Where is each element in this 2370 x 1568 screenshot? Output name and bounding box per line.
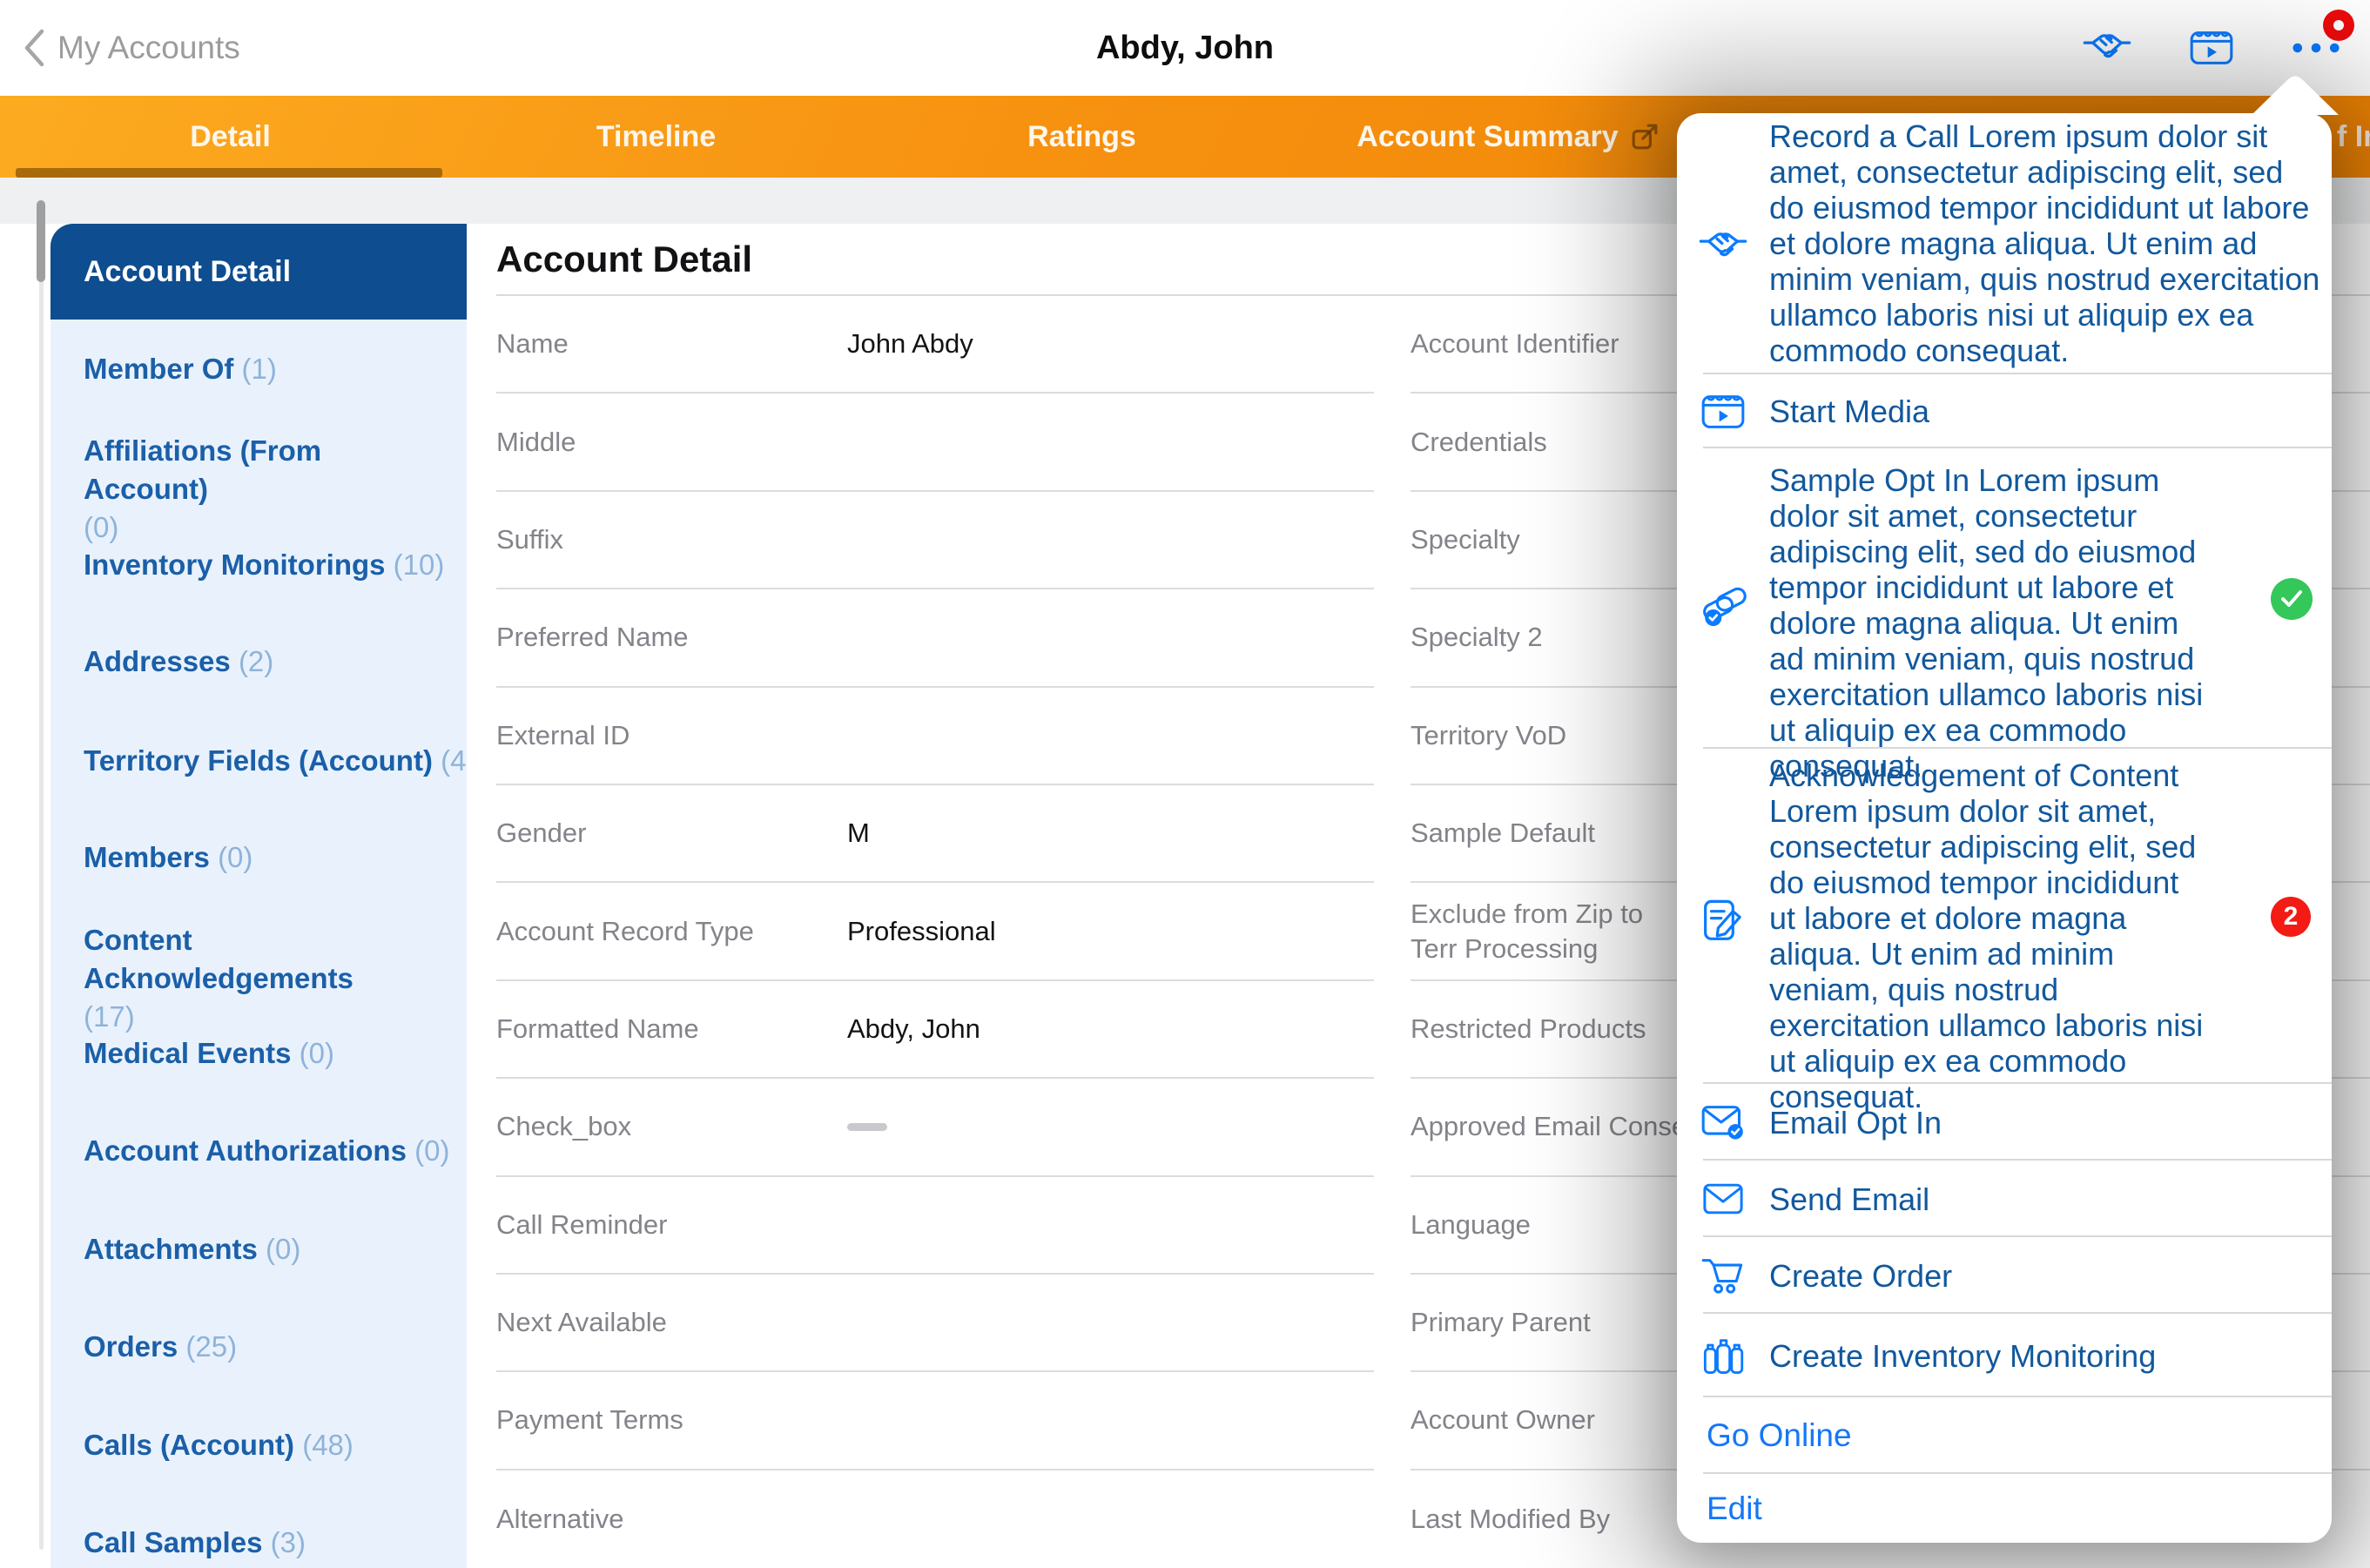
- create-order-item[interactable]: Create Order: [1677, 1237, 2332, 1314]
- go-online-item[interactable]: Go Online: [1677, 1397, 2332, 1474]
- inventory-bottles-icon: [1677, 1335, 1769, 1376]
- field-row: Formatted Name Abdy, John: [496, 981, 1374, 1080]
- record-call-handshake-icon: [1677, 118, 1769, 374]
- tab-detail[interactable]: Detail: [16, 96, 443, 178]
- field-value: M: [847, 818, 870, 849]
- sidebar-item-territory-fields[interactable]: Territory Fields (Account) (4): [50, 742, 475, 780]
- create-order-cart-icon: [1677, 1256, 1769, 1295]
- sidebar-item-inventory-monitorings[interactable]: Inventory Monitorings (10): [50, 546, 467, 584]
- field-row: Call Reminder: [496, 1177, 1374, 1275]
- external-link-icon: [1632, 124, 1658, 150]
- sample-opt-in-item[interactable]: Sample Opt In Lorem ipsum dolor sit amet…: [1677, 448, 2332, 784]
- record-a-call-text: Record a Call Lorem ipsum dolor sit amet…: [1769, 118, 2320, 368]
- send-email-envelope-icon: [1677, 1182, 1769, 1215]
- start-media-icon[interactable]: [2187, 24, 2236, 72]
- sidebar-item-addresses[interactable]: Addresses (2): [50, 643, 467, 681]
- start-media-icon: [1677, 394, 1769, 430]
- popover-arrow: [2252, 76, 2339, 115]
- sidebar-item-medical-events[interactable]: Medical Events (0): [50, 1034, 467, 1073]
- field-row: Middle: [496, 394, 1374, 492]
- more-options-icon[interactable]: [2292, 10, 2354, 72]
- create-inventory-monitoring-item[interactable]: Create Inventory Monitoring: [1677, 1314, 2332, 1397]
- sample-opt-in-text: Sample Opt In Lorem ipsum dolor sit amet…: [1769, 462, 2204, 784]
- acknowledgement-of-content-item[interactable]: Acknowledgement of Content Lorem ipsum d…: [1677, 749, 2332, 1114]
- field-row: Account Record Type Professional: [496, 883, 1374, 981]
- field-value: Professional: [847, 915, 996, 946]
- acknowledgement-document-icon: [1677, 757, 1769, 1084]
- page-title: Abdy, John: [1095, 29, 1275, 66]
- pending-count-badge: 2: [2271, 896, 2311, 937]
- sidebar-item-calls-account[interactable]: Calls (Account) (48): [50, 1426, 467, 1464]
- sidebar-item-account-authorizations[interactable]: Account Authorizations (0): [50, 1132, 467, 1170]
- notification-badge: [2323, 10, 2354, 41]
- start-media-item[interactable]: Start Media: [1677, 374, 2332, 448]
- sidebar-item-affiliations[interactable]: Affiliations (From Account) (0): [50, 432, 451, 547]
- sample-opt-in-pills-icon: [1677, 462, 1769, 749]
- related-lists-sidebar: Account Detail Member Of (1) Affiliation…: [50, 224, 475, 1568]
- field-row: Next Available: [496, 1275, 1374, 1373]
- email-opt-in-item[interactable]: Email Opt In: [1677, 1084, 2332, 1161]
- field-value: Abdy, John: [847, 1013, 980, 1044]
- sidebar-item-content-acknowledgements[interactable]: Content Acknowledgements (17): [50, 921, 451, 1036]
- record-a-call-item[interactable]: Record a Call Lorem ipsum dolor sit amet…: [1677, 113, 2332, 374]
- sidebar-item-orders[interactable]: Orders (25): [50, 1328, 467, 1366]
- scrollbar-track[interactable]: [39, 235, 44, 1550]
- record-call-handshake-icon[interactable]: [2083, 24, 2131, 72]
- more-actions-popover: Record a Call Lorem ipsum dolor sit amet…: [1677, 76, 2339, 1543]
- email-opt-in-icon: [1677, 1104, 1769, 1141]
- section-heading: Account Detail: [496, 239, 753, 279]
- send-email-item[interactable]: Send Email: [1677, 1161, 2332, 1237]
- sidebar-item-account-detail[interactable]: Account Detail: [50, 224, 467, 320]
- acknowledgement-text: Acknowledgement of Content Lorem ipsum d…: [1769, 757, 2204, 1114]
- field-row: Suffix: [496, 492, 1374, 590]
- active-tab-underline: [16, 168, 442, 178]
- completed-check-badge: [2271, 577, 2313, 620]
- tab-timeline[interactable]: Timeline: [443, 96, 869, 178]
- field-row: Gender M: [496, 785, 1374, 884]
- field-row: Name John Abdy: [496, 296, 1374, 394]
- field-row: Alternative: [496, 1503, 624, 1534]
- field-row: Check_box: [496, 1079, 1374, 1177]
- field-value: John Abdy: [847, 328, 973, 360]
- form-left-column: Name John Abdy Middle Suffix Preferred Na…: [496, 296, 1374, 1568]
- top-navigation-bar: My Accounts Abdy, John: [0, 0, 2370, 96]
- sidebar-item-member-of[interactable]: Member Of (1): [50, 350, 467, 388]
- field-row: Payment Terms: [496, 1372, 1374, 1470]
- tab-account-summary[interactable]: Account Summary: [1295, 96, 1720, 178]
- sidebar-item-attachments[interactable]: Attachments (0): [50, 1230, 467, 1269]
- field-row: Preferred Name: [496, 589, 1374, 688]
- scrollbar-thumb[interactable]: [37, 200, 45, 282]
- sidebar-item-call-samples[interactable]: Call Samples (3): [50, 1524, 467, 1562]
- field-row: External ID: [496, 688, 1374, 785]
- edit-item[interactable]: Edit: [1677, 1474, 2332, 1543]
- checkbox-dash-icon: [847, 1122, 887, 1131]
- tab-ratings[interactable]: Ratings: [869, 96, 1295, 178]
- sidebar-item-members[interactable]: Members (0): [50, 838, 467, 877]
